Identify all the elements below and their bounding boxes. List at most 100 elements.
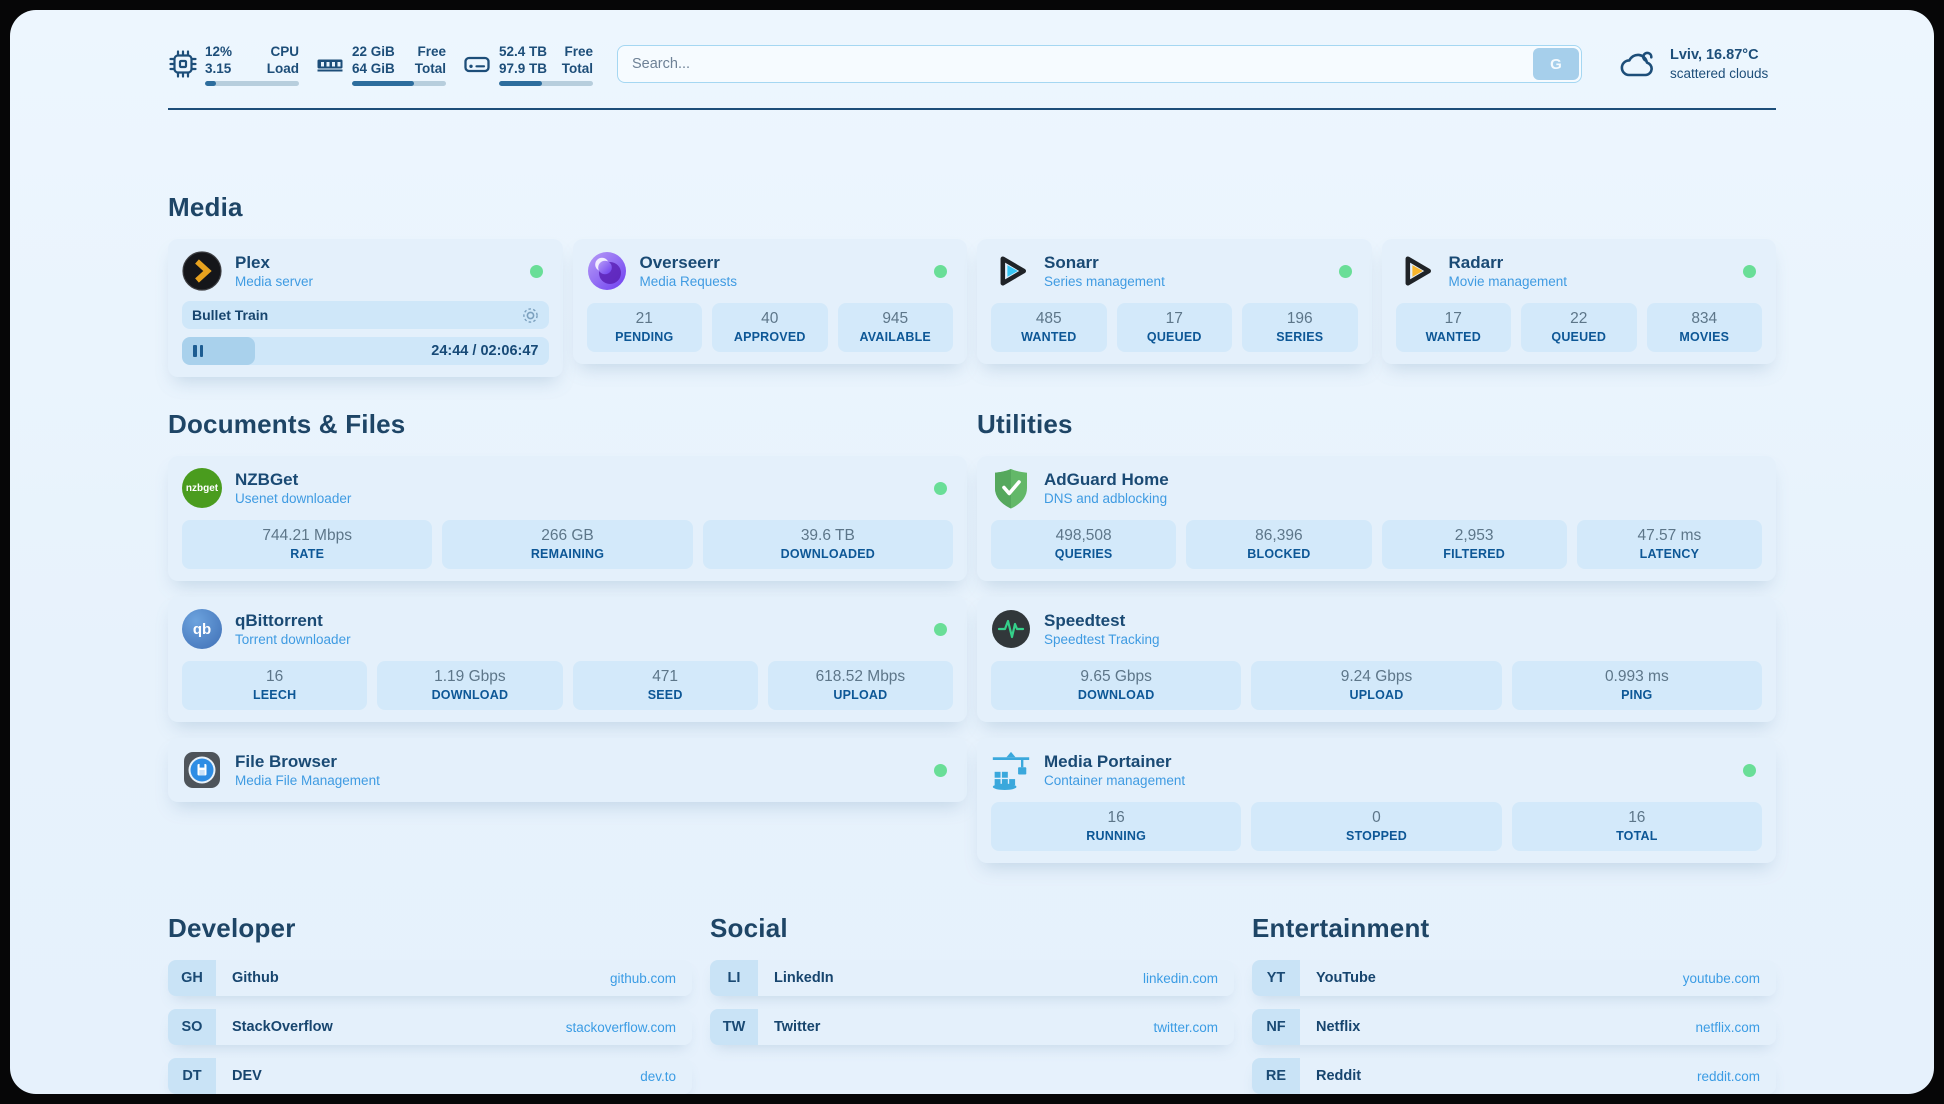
disk-progress-fill <box>499 81 542 86</box>
bookmark-dev[interactable]: DT DEV dev.to <box>168 1058 692 1094</box>
stat-value: 498,508 <box>995 526 1172 546</box>
status-online-dot <box>934 265 947 278</box>
app-card-filebrowser[interactable]: File Browser Media File Management <box>168 738 967 802</box>
bookmark-stackoverflow[interactable]: SO StackOverflow stackoverflow.com <box>168 1009 692 1045</box>
cpu-progress-track <box>205 81 299 86</box>
stat-label: UPLOAD <box>1255 687 1497 703</box>
stat-tile: 485 WANTED <box>991 303 1107 352</box>
stat-value: 618.52 Mbps <box>772 667 949 687</box>
bookmark-name: DEV <box>232 1068 262 1084</box>
section-media: Media Plex Media server <box>168 192 1776 377</box>
app-card-sonarr[interactable]: Sonarr Series management 485 WANTED 17 Q… <box>977 239 1372 364</box>
bookmark-abbr: NF <box>1252 1009 1300 1045</box>
app-name: qBittorrent <box>235 610 921 631</box>
stat-tile: 0 STOPPED <box>1251 802 1501 851</box>
bookmark-linkedin[interactable]: LI LinkedIn linkedin.com <box>710 960 1234 996</box>
qbittorrent-icon: qb <box>182 609 222 649</box>
stat-tile: 40 APPROVED <box>712 303 828 352</box>
app-description: Media File Management <box>235 772 921 789</box>
app-name: Radarr <box>1449 252 1731 273</box>
search-input[interactable] <box>617 45 1582 83</box>
bookmark-url: twitter.com <box>1153 1020 1218 1035</box>
stat-label: AVAILABLE <box>842 329 950 345</box>
stat-tile: 21 PENDING <box>587 303 703 352</box>
stat-label: LEECH <box>186 687 363 703</box>
stat-label: RUNNING <box>995 828 1237 844</box>
bookmark-github[interactable]: GH Github github.com <box>168 960 692 996</box>
app-name: Overseerr <box>640 252 922 273</box>
stat-value: 17 <box>1121 309 1229 329</box>
status-online-dot <box>1743 265 1756 278</box>
bookmark-url: netflix.com <box>1695 1020 1760 1035</box>
app-card-nzbget[interactable]: nzbget NZBGet Usenet downloader 744.21 M… <box>168 456 967 581</box>
app-card-qbittorrent[interactable]: qb qBittorrent Torrent downloader 16 LEE… <box>168 597 967 722</box>
search-engine-button[interactable]: G <box>1533 48 1579 80</box>
playback-progress-fill <box>182 337 255 365</box>
stat-tile: 2,953 FILTERED <box>1382 520 1567 569</box>
status-online-dot <box>934 482 947 495</box>
stat-label: LATENCY <box>1581 546 1758 562</box>
app-card-plex[interactable]: Plex Media server Bullet Train <box>168 239 563 377</box>
stat-value: 266 GB <box>446 526 688 546</box>
stat-tile: 16 LEECH <box>182 661 367 710</box>
app-description: Media Requests <box>640 273 922 290</box>
adguard-icon <box>991 468 1031 508</box>
stat-value: 47.57 ms <box>1581 526 1758 546</box>
cpu-widget: 12% CPU 3.15 Load <box>168 43 299 86</box>
memory-progress-track <box>352 81 446 86</box>
status-online-dot <box>934 764 947 777</box>
stat-tile: 16 RUNNING <box>991 802 1241 851</box>
stat-tile: 945 AVAILABLE <box>838 303 954 352</box>
stat-tile: 744.21 Mbps RATE <box>182 520 432 569</box>
stat-tile: 1.19 Gbps DOWNLOAD <box>377 661 562 710</box>
cpu-percent: 12% <box>205 43 232 60</box>
app-card-overseerr[interactable]: Overseerr Media Requests 21 PENDING 40 A… <box>573 239 968 364</box>
bookmark-youtube[interactable]: YT YouTube youtube.com <box>1252 960 1776 996</box>
cpu-label-2: Load <box>267 60 299 77</box>
stat-value: 2,953 <box>1386 526 1563 546</box>
stat-value: 21 <box>591 309 699 329</box>
status-online-dot <box>1339 265 1352 278</box>
bookmark-name: Netflix <box>1316 1019 1360 1035</box>
overseerr-icon <box>587 251 627 291</box>
bookmark-name: LinkedIn <box>774 970 834 986</box>
qbittorrent-icon-text: qb <box>193 621 211 638</box>
bookmark-abbr: SO <box>168 1009 216 1045</box>
bookmark-url: youtube.com <box>1683 971 1760 986</box>
playback-progress-bar[interactable]: 24:44 / 02:06:47 <box>182 337 549 365</box>
cpu-progress-fill <box>205 81 216 86</box>
stat-label: QUERIES <box>995 546 1172 562</box>
stat-value: 9.65 Gbps <box>995 667 1237 687</box>
stat-label: DOWNLOAD <box>381 687 558 703</box>
section-title-developer: Developer <box>168 913 692 944</box>
app-card-speedtest[interactable]: Speedtest Speedtest Tracking 9.65 Gbps D… <box>977 597 1776 722</box>
bookmark-url: linkedin.com <box>1143 971 1218 986</box>
app-description: Series management <box>1044 273 1326 290</box>
section-title-documents: Documents & Files <box>168 409 967 440</box>
stat-label: UPLOAD <box>772 687 949 703</box>
stat-value: 834 <box>1651 309 1759 329</box>
section-title-media: Media <box>168 192 1776 223</box>
bookmark-abbr: YT <box>1252 960 1300 996</box>
app-name: Plex <box>235 252 517 273</box>
stat-tile: 0.993 ms PING <box>1512 661 1762 710</box>
section-title-social: Social <box>710 913 1234 944</box>
bookmark-reddit[interactable]: RE Reddit reddit.com <box>1252 1058 1776 1094</box>
now-playing-row: Bullet Train <box>182 301 549 329</box>
stat-label: PING <box>1516 687 1758 703</box>
bookmark-twitter[interactable]: TW Twitter twitter.com <box>710 1009 1234 1045</box>
stat-label: PENDING <box>591 329 699 345</box>
bookmark-abbr: TW <box>710 1009 758 1045</box>
search-bar: G <box>617 45 1582 83</box>
stat-tile: 196 SERIES <box>1242 303 1358 352</box>
bookmark-url: stackoverflow.com <box>566 1020 676 1035</box>
app-card-radarr[interactable]: Radarr Movie management 17 WANTED 22 QUE… <box>1382 239 1777 364</box>
bookmark-url: reddit.com <box>1697 1069 1760 1084</box>
stat-label: MOVIES <box>1651 329 1759 345</box>
app-card-adguard[interactable]: AdGuard Home DNS and adblocking 498,508 … <box>977 456 1776 581</box>
stat-value: 0.993 ms <box>1516 667 1758 687</box>
session-target-icon <box>522 307 539 324</box>
app-card-portainer[interactable]: Media Portainer Container management 16 … <box>977 738 1776 863</box>
stat-label: WANTED <box>1400 329 1508 345</box>
bookmark-netflix[interactable]: NF Netflix netflix.com <box>1252 1009 1776 1045</box>
